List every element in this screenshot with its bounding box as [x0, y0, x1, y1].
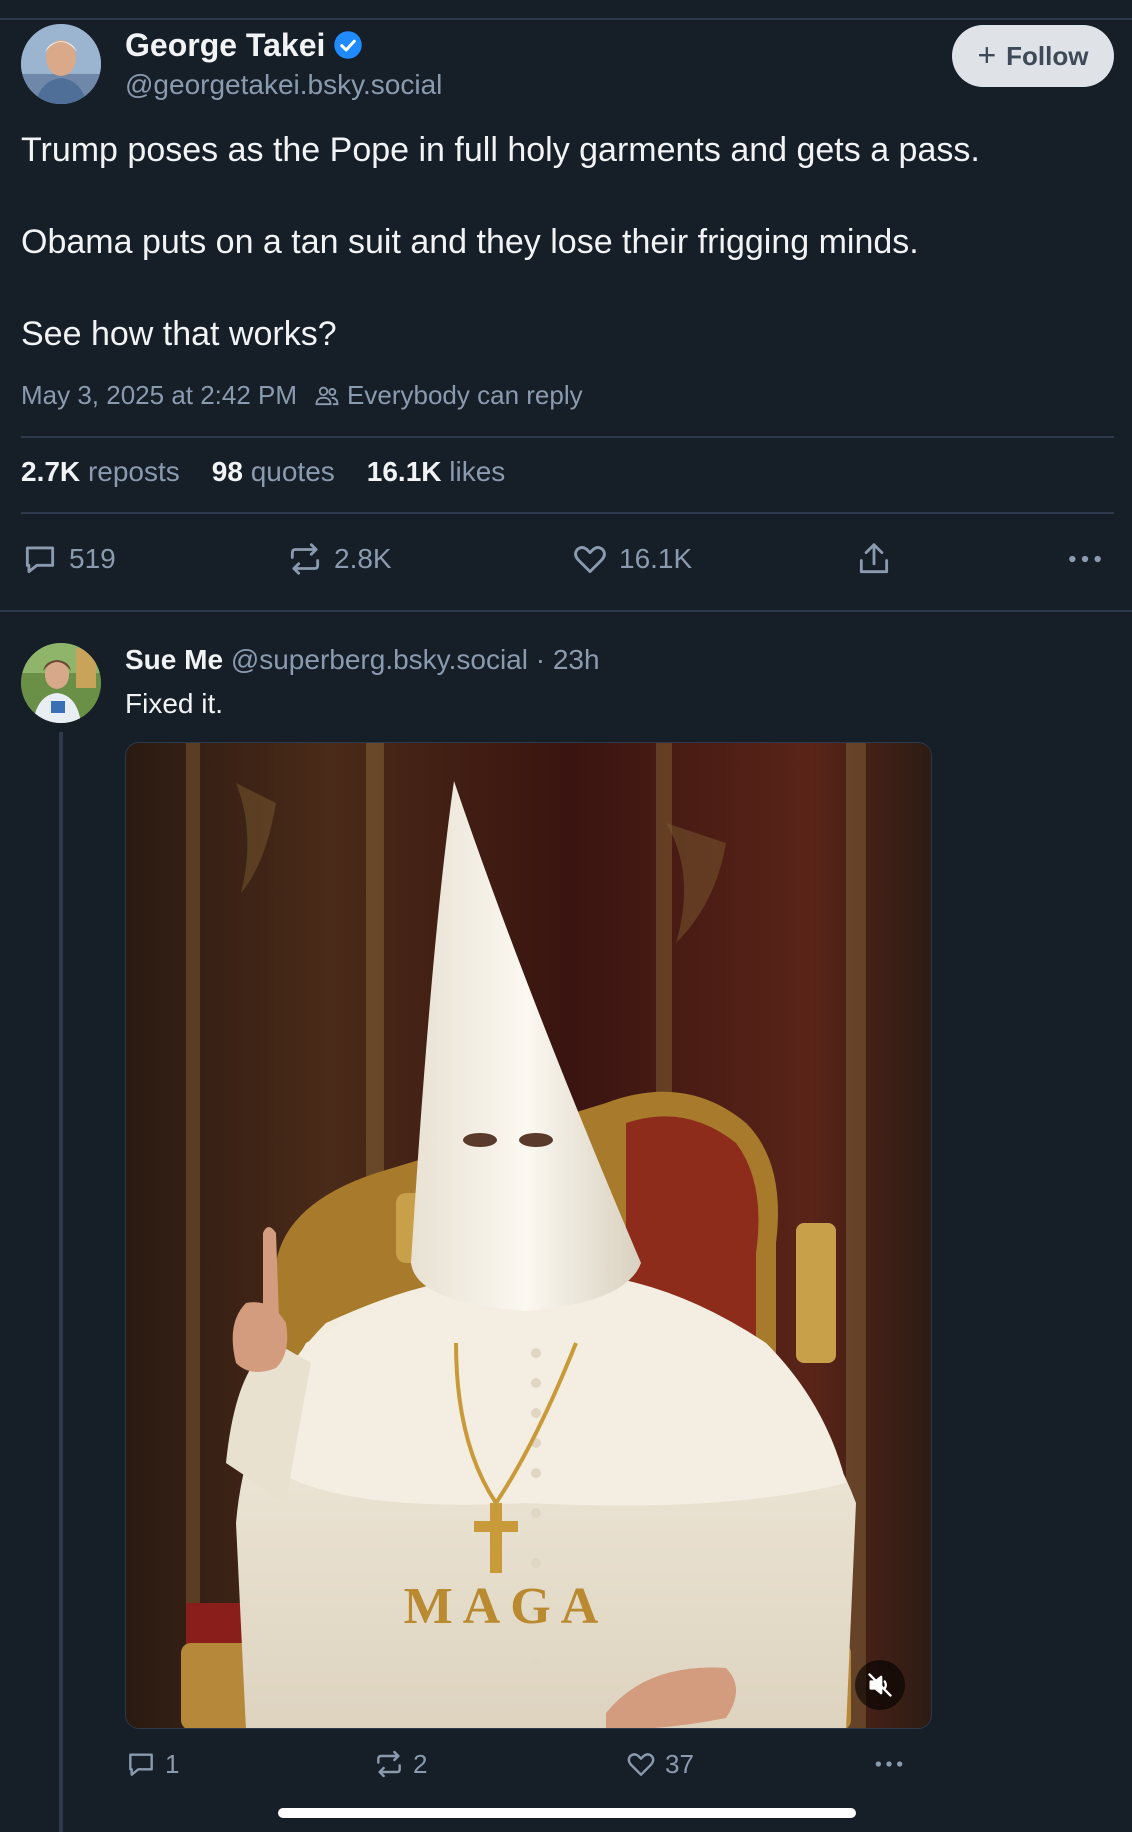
reply-count: 519 [69, 543, 116, 574]
reply-button[interactable]: 519 [21, 540, 116, 578]
repost-count: 2.8K [334, 543, 392, 574]
post-actions: 519 2.8K 16.1K [21, 540, 1111, 584]
reply-media-image[interactable]: MAGA [125, 742, 932, 1729]
reply-avatar[interactable] [21, 643, 101, 723]
post-meta: May 3, 2025 at 2:42 PM Everybody can rep… [21, 380, 583, 411]
quotes-count: 98 [211, 456, 243, 487]
main-post: George Takei @georgetakei.bsky.social + … [0, 0, 1132, 612]
speaker-muted-icon [868, 1673, 892, 1697]
likes-label: likes [449, 456, 506, 487]
reply-reply-count: 1 [165, 1748, 180, 1779]
share-icon [859, 543, 889, 574]
reposts-count: 2.7K [21, 456, 81, 487]
author-name[interactable]: George Takei [125, 26, 363, 64]
section-divider [0, 610, 1132, 612]
post-body: Trump poses as the Pope in full holy gar… [21, 128, 1111, 404]
divider [21, 436, 1114, 438]
maga-text: MAGA [404, 1578, 609, 1635]
more-options-button[interactable] [1066, 540, 1104, 578]
post-text-line: Trump poses as the Pope in full holy gar… [21, 131, 980, 169]
author-name-text[interactable]: George Takei [125, 26, 325, 64]
reply-reply-button[interactable]: 1 [125, 1748, 179, 1780]
quotes-label: quotes [250, 456, 335, 487]
follow-button[interactable]: + Follow [952, 25, 1114, 87]
people-icon [315, 386, 339, 405]
repost-button[interactable]: 2.8K [286, 540, 392, 578]
mute-button[interactable] [855, 1660, 905, 1710]
quotes-stat[interactable]: 98 quotes [212, 456, 335, 488]
like-count: 16.1K [619, 543, 693, 574]
reply-setting: Everybody can reply [313, 380, 583, 411]
likes-stat[interactable]: 16.1K likes [367, 456, 506, 488]
repost-icon [290, 543, 320, 575]
divider [21, 512, 1114, 514]
post-text-line: Obama puts on a tan suit and they lose t… [21, 223, 919, 261]
ellipsis-icon [875, 1761, 903, 1767]
reply-body: Fixed it. [125, 688, 224, 719]
avatar[interactable] [21, 24, 101, 104]
repost-icon [377, 1750, 401, 1778]
reply-repost-button[interactable]: 2 [373, 1748, 427, 1780]
reply-author-name[interactable]: Sue Me [125, 644, 223, 675]
heart-icon [574, 546, 606, 574]
heart-icon [627, 1753, 655, 1776]
comment-icon [129, 1753, 153, 1776]
follow-label: Follow [1006, 40, 1089, 71]
plus-icon: + [977, 36, 997, 73]
home-indicator[interactable] [278, 1808, 856, 1818]
reply-timestamp[interactable]: · 23h [536, 644, 600, 675]
reply-header: Sue Me @superberg.bsky.social · 23h [125, 642, 600, 678]
post-stats: 2.7K reposts 98 quotes 16.1K likes [21, 456, 505, 488]
reply-more-options-button[interactable] [873, 1748, 905, 1780]
reposts-label: reposts [87, 456, 180, 487]
thread-line [59, 732, 63, 1832]
ellipsis-icon [1069, 555, 1101, 563]
verified-badge-icon [334, 31, 363, 59]
likes-count: 16.1K [366, 456, 442, 487]
reply-actions: 1 2 37 [125, 1748, 945, 1788]
share-button[interactable] [855, 540, 893, 578]
reply-like-button[interactable]: 37 [625, 1748, 694, 1780]
like-button[interactable]: 16.1K [571, 540, 692, 578]
reply-like-count: 37 [665, 1748, 694, 1779]
comment-icon [25, 546, 55, 574]
post-text-line: See how that works? [21, 315, 337, 353]
reply-author-handle[interactable]: @superberg.bsky.social [231, 644, 528, 675]
author-handle[interactable]: @georgetakei.bsky.social [125, 68, 442, 102]
reply-setting-label: Everybody can reply [347, 380, 583, 410]
reply-repost-count: 2 [413, 1748, 428, 1779]
reposts-stat[interactable]: 2.7K reposts [21, 456, 180, 488]
post-timestamp[interactable]: May 3, 2025 at 2:42 PM [21, 380, 297, 411]
